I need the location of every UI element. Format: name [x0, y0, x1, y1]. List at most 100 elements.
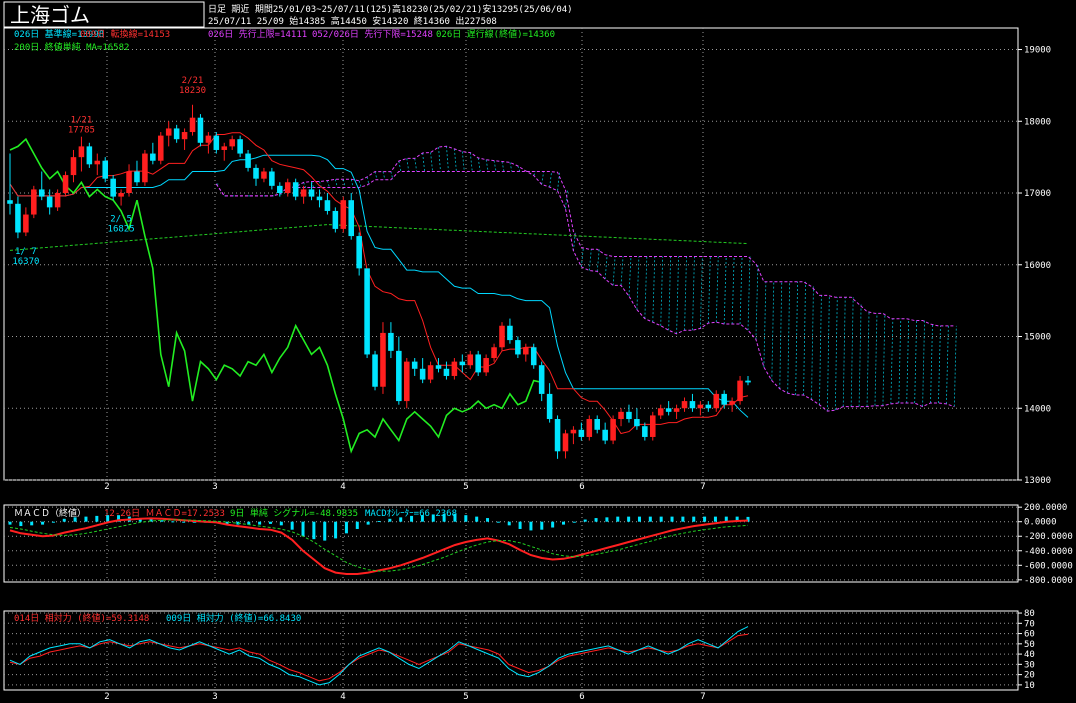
- candle-body: [70, 157, 77, 176]
- candle-body: [277, 185, 283, 194]
- y-tick-label: 40: [1024, 650, 1035, 660]
- candle-body: [340, 200, 347, 229]
- header-period-line: 日足 期近 期間25/01/03~25/07/11(125)高18230(25/…: [208, 3, 573, 15]
- x-tick-label: 5: [463, 482, 468, 492]
- candle-body: [403, 361, 410, 402]
- x-tick-label: 6: [579, 692, 584, 702]
- macd-oscillator-bar: [670, 516, 674, 522]
- macd-oscillator-bar: [301, 521, 305, 537]
- candle-body: [665, 408, 672, 412]
- macd-oscillator-bar: [290, 521, 294, 530]
- candle-body: [205, 135, 212, 143]
- candle-body: [737, 380, 743, 402]
- candle-body: [237, 139, 243, 154]
- candle-body: [411, 361, 418, 369]
- candle-body: [118, 193, 124, 197]
- candle-body: [657, 408, 664, 416]
- candle-body: [78, 146, 85, 158]
- y-tick-label: 80: [1024, 609, 1035, 619]
- candle-body: [23, 214, 29, 233]
- macd-oscillator-bar: [51, 521, 55, 523]
- y-tick-label: 50: [1024, 640, 1035, 650]
- candle-body: [324, 200, 331, 211]
- macd-oscillator-bar: [594, 518, 598, 522]
- chart-canvas: 上海ゴム 日足 期近 期間25/01/03~25/07/11(125)高1823…: [0, 0, 1076, 703]
- chart-background: [0, 0, 1076, 703]
- macd-oscillator-bar: [334, 521, 338, 539]
- candle-body: [467, 354, 474, 366]
- price-legend-item: 026日 遅行線(終値)=14360: [436, 28, 555, 40]
- candle-body: [673, 408, 680, 412]
- macd-oscillator-bar: [355, 521, 359, 529]
- macd-oscillator-bar: [627, 516, 631, 522]
- macd-oscillator-bar: [73, 517, 77, 522]
- candle-body: [546, 393, 553, 420]
- chart-title: 上海ゴム: [10, 3, 90, 27]
- candle-body: [499, 325, 505, 348]
- macd-oscillator-bar: [453, 513, 457, 522]
- macd-oscillator-bar: [8, 521, 12, 525]
- annotation-date: 2/21: [182, 76, 204, 86]
- annotation-date: 2/ 5: [110, 215, 132, 225]
- candle-body: [729, 401, 735, 405]
- y-tick-label: 13000: [1024, 476, 1051, 486]
- candle-body: [388, 332, 394, 351]
- candle-body: [348, 200, 355, 237]
- candle-body: [554, 419, 561, 452]
- price-legend-item: 052/026日 先行下限=15248: [312, 28, 433, 40]
- y-tick-label: 10: [1024, 681, 1035, 691]
- annotation-date: 1/ 7: [15, 247, 37, 257]
- header-ohlc-line: 25/07/11 25/09 始14385 高14450 安14320 終143…: [208, 15, 497, 27]
- candle-body: [253, 167, 259, 179]
- candle-body: [197, 117, 204, 143]
- y-tick-label: 18000: [1024, 117, 1051, 127]
- y-tick-label: 60: [1024, 630, 1035, 640]
- candle-body: [292, 182, 299, 197]
- macd-oscillator-bar: [496, 521, 500, 523]
- candle-body: [173, 128, 180, 140]
- macd-oscillator-bar: [258, 521, 262, 525]
- candle-body: [713, 393, 720, 409]
- macd-oscillator-bar: [366, 521, 370, 525]
- candle-body: [380, 332, 386, 387]
- candle-body: [515, 340, 521, 355]
- y-tick-label: 14000: [1024, 404, 1051, 414]
- candle-body: [181, 132, 188, 140]
- candle-body: [483, 358, 489, 373]
- macd-oscillator-bar: [486, 518, 490, 522]
- macd-oscillator-bar: [420, 515, 424, 522]
- candle-body: [697, 404, 704, 409]
- candle-body: [459, 361, 466, 366]
- macd-oscillator-bar: [279, 521, 283, 526]
- candle-body: [451, 361, 458, 376]
- macd-oscillator-bar: [410, 515, 414, 522]
- candle-body: [284, 182, 291, 194]
- macd-oscillator-bar: [268, 521, 272, 524]
- x-tick-label: 3: [212, 482, 217, 492]
- candle-body: [308, 189, 315, 197]
- candle-body: [586, 419, 593, 437]
- candle-body: [610, 419, 616, 441]
- macd-oscillator-bar: [84, 516, 88, 522]
- candle-body: [475, 354, 481, 373]
- macd-oscillator-bar: [431, 514, 435, 522]
- y-tick-label: 20: [1024, 671, 1035, 681]
- macd-oscillator-bar: [182, 521, 186, 523]
- candle-body: [31, 189, 37, 215]
- candle-body: [245, 153, 251, 168]
- candle-body: [134, 171, 140, 183]
- macd-oscillator-bar: [529, 521, 533, 531]
- macd-oscillator-bar: [399, 517, 403, 522]
- macd-oscillator-bar: [692, 516, 696, 522]
- candle-body: [618, 411, 624, 420]
- candle-body: [165, 128, 172, 136]
- candle-body: [102, 160, 109, 179]
- candle-body: [316, 196, 323, 201]
- candle-body: [110, 178, 116, 197]
- y-tick-label: 70: [1024, 619, 1035, 629]
- macd-legend-item: ＭＡＣＤ（終値）: [14, 507, 86, 519]
- candle-body: [491, 347, 497, 359]
- candle-body: [46, 196, 53, 208]
- candle-body: [570, 429, 577, 434]
- y-tick-label: 0.0000: [1024, 518, 1057, 528]
